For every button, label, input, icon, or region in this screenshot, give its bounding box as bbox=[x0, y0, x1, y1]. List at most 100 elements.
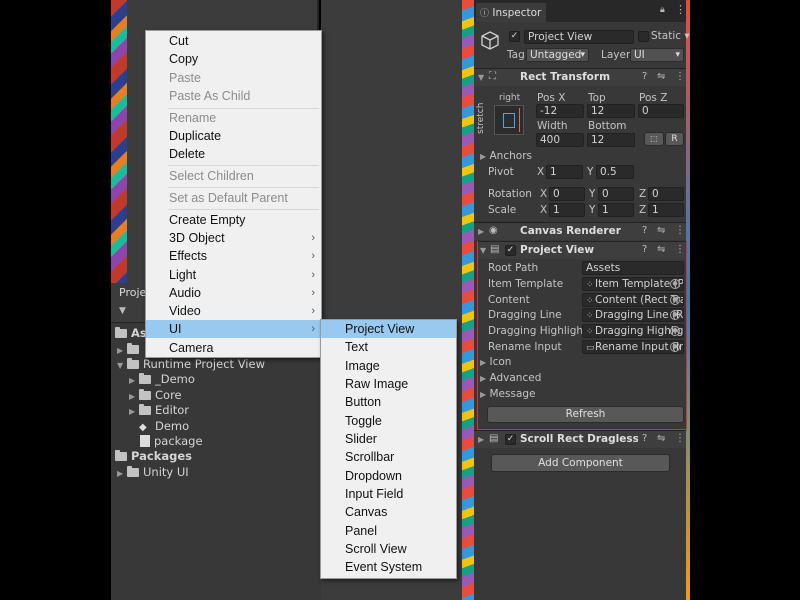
lock-icon[interactable]: 🔒︎ bbox=[660, 5, 665, 15]
layer-dropdown[interactable]: UI bbox=[630, 48, 684, 62]
submenu-item-project-view[interactable]: Project View bbox=[321, 320, 456, 338]
object-picker-icon[interactable]: ● bbox=[670, 310, 680, 320]
refresh-button[interactable]: Refresh bbox=[487, 406, 684, 423]
pos-z-field[interactable]: 0 bbox=[638, 104, 684, 118]
pos-x-field[interactable]: -12 bbox=[536, 104, 584, 118]
tree-item-editor[interactable]: ▶ Editor bbox=[129, 403, 189, 418]
scroll-rect-header[interactable]: ▶ ▤ ✓ Scroll Rect Dragless (Scri ? ⇋ ⋮ bbox=[474, 430, 686, 448]
menu-item-3d-object[interactable]: 3D Object › bbox=[146, 229, 321, 247]
menu-item-paste[interactable]: Paste bbox=[146, 69, 321, 87]
more-options-icon[interactable]: ⋮ bbox=[675, 244, 685, 255]
submenu-item-button[interactable]: Button bbox=[321, 393, 456, 411]
expand-arrow-icon[interactable]: ▶ bbox=[129, 373, 139, 388]
component-enabled-checkbox[interactable]: ✓ bbox=[505, 434, 516, 445]
rotation-z-field[interactable]: 0 bbox=[648, 187, 684, 201]
submenu-item-scrollbar[interactable]: Scrollbar bbox=[321, 448, 456, 466]
menu-item-audio[interactable]: Audio › bbox=[146, 284, 321, 302]
expand-arrow-icon[interactable]: ▶ bbox=[117, 466, 127, 481]
anchor-preset-button[interactable] bbox=[494, 105, 524, 135]
rotation-x-field[interactable]: 0 bbox=[549, 187, 585, 201]
tree-item-package[interactable]: package bbox=[140, 434, 203, 449]
pivot-x-field[interactable]: 1 bbox=[546, 165, 583, 179]
submenu-item-slider[interactable]: Slider bbox=[321, 430, 456, 448]
scale-x-field[interactable]: 1 bbox=[549, 203, 585, 217]
menu-item-cut[interactable]: Cut bbox=[146, 32, 321, 50]
tree-item-demo-scene[interactable]: ◆ Demo bbox=[139, 419, 189, 434]
submenu-item-dropdown[interactable]: Dropdown bbox=[321, 467, 456, 485]
menu-item-camera[interactable]: Camera bbox=[146, 339, 321, 357]
project-view-header[interactable]: ▼ ▤ ✓ Project View ? ⇋ ⋮ bbox=[478, 241, 686, 259]
rename-input-field[interactable]: ▭Rename Input (Inp ● bbox=[582, 340, 684, 354]
tag-dropdown[interactable]: Untagged bbox=[526, 48, 589, 62]
menu-item-delete[interactable]: Delete bbox=[146, 145, 321, 163]
preset-icon[interactable]: ⇋ bbox=[657, 71, 665, 82]
tree-item-collapsed[interactable]: ▶ bbox=[117, 342, 143, 357]
submenu-item-scroll-view[interactable]: Scroll View bbox=[321, 540, 456, 558]
menu-item-create-empty[interactable]: Create Empty bbox=[146, 211, 321, 229]
menu-item-video[interactable]: Video › bbox=[146, 302, 321, 320]
menu-item-duplicate[interactable]: Duplicate bbox=[146, 127, 321, 145]
expand-arrow-icon[interactable]: ▶ bbox=[129, 389, 139, 404]
object-picker-icon[interactable]: ● bbox=[670, 295, 680, 305]
tree-item-demo-folder[interactable]: ▶ _Demo bbox=[129, 372, 195, 387]
submenu-item-text[interactable]: Text bbox=[321, 338, 456, 356]
width-field[interactable]: 400 bbox=[536, 133, 584, 147]
content-field[interactable]: ⁘Content (Rect Tra ● bbox=[582, 293, 684, 307]
expand-arrow-icon[interactable]: ▶ bbox=[129, 404, 139, 419]
object-name-field[interactable]: Project View bbox=[524, 30, 634, 44]
scale-y-field[interactable]: 1 bbox=[598, 203, 634, 217]
menu-item-rename[interactable]: Rename bbox=[146, 109, 321, 127]
collapse-arrow-icon[interactable]: ▼ bbox=[478, 73, 484, 82]
active-checkbox[interactable]: ✓ bbox=[509, 31, 520, 42]
menu-item-paste-as-child[interactable]: Paste As Child bbox=[146, 87, 321, 105]
object-picker-icon[interactable]: ● bbox=[670, 279, 680, 289]
blueprint-mode-button[interactable]: ⬚ bbox=[644, 132, 664, 146]
anchors-foldout[interactable]: ▶ Anchors bbox=[480, 150, 532, 162]
submenu-item-input-field[interactable]: Input Field bbox=[321, 485, 456, 503]
help-icon[interactable]: ? bbox=[642, 433, 647, 444]
menu-item-select-children[interactable]: Select Children bbox=[146, 167, 321, 185]
menu-item-set-default-parent[interactable]: Set as Default Parent bbox=[146, 189, 321, 207]
help-icon[interactable]: ? bbox=[642, 225, 647, 236]
object-picker-icon[interactable]: ● bbox=[670, 342, 680, 352]
rotation-y-field[interactable]: 0 bbox=[598, 187, 634, 201]
collapse-arrow-icon[interactable]: ▼ bbox=[480, 246, 486, 255]
menu-item-light[interactable]: Light › bbox=[146, 266, 321, 284]
submenu-item-canvas[interactable]: Canvas bbox=[321, 503, 456, 521]
preset-icon[interactable]: ⇋ bbox=[657, 433, 665, 444]
static-checkbox[interactable] bbox=[638, 31, 649, 42]
preset-icon[interactable]: ⇋ bbox=[657, 225, 665, 236]
submenu-item-image[interactable]: Image bbox=[321, 357, 456, 375]
tree-item-assets[interactable]: As bbox=[115, 326, 147, 341]
raw-edit-button[interactable]: R bbox=[665, 132, 684, 146]
canvas-renderer-header[interactable]: ▶ ◉ Canvas Renderer ? ⇋ ⋮ bbox=[474, 222, 686, 240]
more-options-icon[interactable]: ⋮ bbox=[675, 71, 685, 82]
advanced-foldout[interactable]: ▶ Advanced bbox=[480, 372, 541, 384]
root-path-field[interactable]: Assets bbox=[582, 261, 684, 275]
top-field[interactable]: 12 bbox=[587, 104, 635, 118]
rect-transform-header[interactable]: ▼ ⛶ Rect Transform ? ⇋ ⋮ bbox=[474, 68, 686, 86]
more-options-icon[interactable]: ⋮ bbox=[675, 3, 686, 16]
add-dropdown-icon[interactable]: ▼ bbox=[119, 306, 126, 316]
pivot-y-field[interactable]: 0.5 bbox=[596, 165, 634, 179]
menu-item-effects[interactable]: Effects › bbox=[146, 247, 321, 265]
tree-item-core[interactable]: ▶ Core bbox=[129, 388, 182, 403]
component-enabled-checkbox[interactable]: ✓ bbox=[505, 245, 516, 256]
icon-foldout[interactable]: ▶ Icon bbox=[480, 356, 511, 368]
dragging-line-field[interactable]: ⁘Dragging Line (Re ● bbox=[582, 308, 684, 322]
tree-item-runtime-project-view[interactable]: ▼ Runtime Project View bbox=[117, 357, 265, 372]
item-template-field[interactable]: ⁘Item Template (P ● bbox=[582, 277, 684, 291]
expand-arrow-icon[interactable]: ▶ bbox=[478, 435, 484, 444]
collapse-arrow-icon[interactable]: ▼ bbox=[117, 358, 127, 373]
preset-icon[interactable]: ⇋ bbox=[657, 244, 665, 255]
object-picker-icon[interactable]: ● bbox=[670, 326, 680, 336]
expand-arrow-icon[interactable]: ▶ bbox=[478, 227, 484, 236]
tree-item-unity-ui[interactable]: ▶ Unity UI bbox=[117, 465, 189, 480]
help-icon[interactable]: ? bbox=[642, 244, 647, 255]
submenu-item-raw-image[interactable]: Raw Image bbox=[321, 375, 456, 393]
submenu-item-event-system[interactable]: Event System bbox=[321, 558, 456, 576]
scale-z-field[interactable]: 1 bbox=[648, 203, 684, 217]
menu-item-ui[interactable]: UI › bbox=[146, 320, 321, 338]
more-options-icon[interactable]: ⋮ bbox=[675, 225, 685, 236]
bottom-field[interactable]: 12 bbox=[587, 133, 635, 147]
